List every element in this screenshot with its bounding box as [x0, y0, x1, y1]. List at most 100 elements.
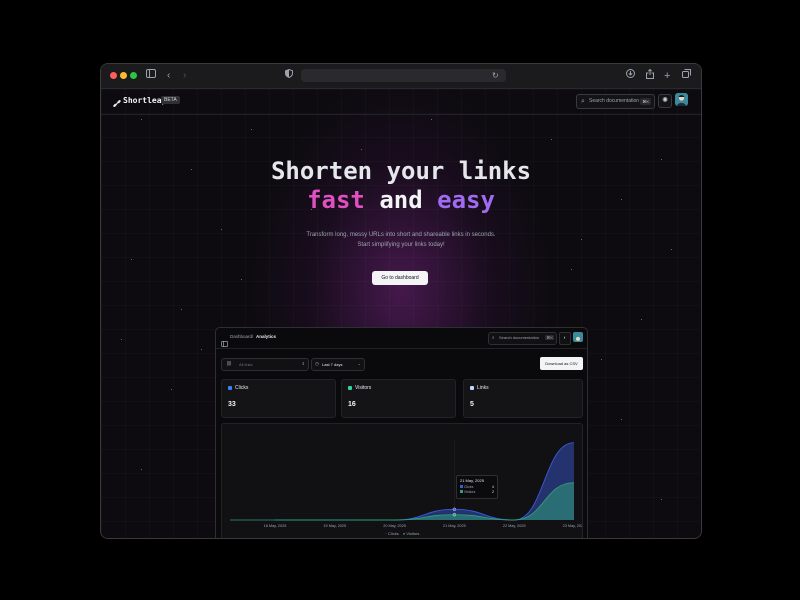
reload-icon[interactable]: ↻: [492, 69, 499, 83]
dashboard-search-shortcut: ⌘K: [545, 335, 554, 340]
legend-visitors: Visitors: [406, 531, 420, 536]
address-bar[interactable]: [301, 69, 506, 82]
stat-card-links: Links 5: [463, 379, 583, 418]
star: [121, 339, 122, 340]
hero-word-easy: easy: [437, 186, 495, 214]
sidebar-toggle-icon[interactable]: [221, 334, 228, 352]
stat-value: 5: [470, 401, 474, 408]
date-range-value: Last 7 days: [322, 362, 343, 367]
breadcrumb-separator: /: [252, 334, 254, 339]
star: [571, 269, 572, 270]
dashboard-avatar[interactable]: [573, 332, 583, 342]
hero-word-fast: fast: [307, 186, 365, 214]
website: Shortleap BETA ⌕ Search documentation ⌘K…: [101, 89, 701, 538]
link-logo-icon[interactable]: [113, 95, 121, 113]
star: [131, 259, 132, 260]
clock-icon: ◷: [315, 361, 319, 366]
analytics-chart[interactable]: 18 May, 2025 19 May, 2025 20 May, 2025 21 M…: [221, 423, 583, 538]
tooltip-row-visitors: Visitors 2: [460, 490, 494, 494]
star: [241, 279, 242, 280]
star: [551, 139, 552, 140]
stat-card-visitors: Visitors 16: [341, 379, 456, 418]
stat-label: Clicks: [235, 385, 249, 391]
search-input[interactable]: ⌕ Search documentation ⌘K: [576, 94, 655, 109]
browser-toolbar: ‹ › ↻ +: [101, 64, 701, 89]
x-tick-label: 19 May, 2025: [323, 524, 346, 528]
tooltip-row-clicks: Clicks 4: [460, 485, 494, 489]
tooltip-label: Visitors: [464, 490, 476, 494]
stat-value: 16: [348, 401, 356, 408]
search-icon: ⌕: [581, 98, 585, 105]
share-icon[interactable]: [646, 68, 654, 84]
search-icon: ⌕: [492, 335, 495, 340]
star: [141, 469, 142, 470]
close-window-button[interactable]: [110, 72, 117, 79]
forward-icon[interactable]: ›: [183, 69, 186, 83]
dashboard-search-input[interactable]: ⌕ Search documentation ⌘K: [488, 332, 557, 345]
stat-label: Links: [477, 385, 489, 391]
tooltip-label: Clicks: [464, 485, 474, 489]
download-csv-button[interactable]: Download as CSV: [540, 357, 583, 370]
line-clicks: [274, 442, 575, 521]
star: [181, 309, 182, 310]
star: [661, 499, 662, 500]
area-clicks: [275, 442, 574, 520]
settings-icon: ◐: [563, 335, 567, 341]
dashboard-header: Dashboard / Analytics ⌕ Search documenta…: [216, 328, 587, 349]
x-tick-label: 21 May, 2025: [443, 524, 466, 528]
analytics-chart-svg: 18 May, 2025 19 May, 2025 20 May, 2025 21 M…: [230, 440, 582, 528]
star: [251, 129, 252, 130]
new-tab-icon[interactable]: +: [664, 69, 670, 83]
minimize-window-button[interactable]: [120, 72, 127, 79]
breadcrumb-analytics: Analytics: [256, 334, 277, 339]
date-range-select[interactable]: ◷ Last 7 days ⌄: [311, 358, 365, 371]
dashboard-theme-button[interactable]: ◐: [559, 332, 571, 345]
links-filter-select[interactable]: ⛓ All links ⇕: [221, 358, 309, 371]
chevron-down-icon: ⌄: [357, 361, 361, 366]
breadcrumb-dashboard[interactable]: Dashboard: [230, 334, 252, 339]
maximize-window-button[interactable]: [130, 72, 137, 79]
go-to-dashboard-button[interactable]: Go to dashboard: [372, 271, 428, 285]
visitors-swatch: [460, 490, 463, 493]
clicks-swatch: [460, 485, 463, 488]
theme-toggle-button[interactable]: ✺: [658, 94, 672, 108]
legend-visitors-icon: ●: [402, 531, 406, 536]
sidebar-toggle-icon[interactable]: [146, 69, 156, 83]
star: [171, 389, 172, 390]
x-tick-label: 18 May, 2025: [264, 524, 287, 528]
site-header: Shortleap BETA ⌕ Search documentation ⌘K…: [101, 89, 701, 115]
brand-name[interactable]: Shortleap: [123, 96, 166, 105]
chart-tooltip: 21 May, 2025 Clicks 4 Visitors 2: [456, 475, 498, 499]
beta-badge: BETA: [161, 96, 180, 104]
back-icon[interactable]: ‹: [167, 69, 170, 83]
sun-icon: ✺: [662, 97, 668, 104]
chart-legend: ~ Clicks ● Visitors: [222, 531, 582, 536]
stat-label: Visitors: [355, 385, 372, 391]
point-clicks[interactable]: [452, 507, 457, 512]
point-visitors[interactable]: [452, 512, 457, 517]
links-filter-value: All links: [239, 362, 253, 367]
dashboard-search-placeholder: Search documentation: [499, 335, 540, 340]
search-placeholder: Search documentation: [589, 98, 640, 104]
visitors-color-swatch: [348, 386, 352, 390]
x-tick-label: 20 May, 2025: [383, 524, 406, 528]
download-icon[interactable]: [626, 69, 635, 83]
tab-overview-icon[interactable]: [682, 69, 691, 83]
avatar[interactable]: [675, 93, 688, 106]
tooltip-value: 4: [492, 485, 494, 489]
browser-window: ‹ › ↻ + Shortleap BETA ⌕ Search document…: [100, 63, 702, 539]
dashboard-preview: Dashboard / Analytics ⌕ Search documenta…: [215, 327, 588, 538]
star: [431, 119, 432, 120]
x-tick-label: 22 May, 2025: [503, 524, 526, 528]
legend-clicks-icon: ~: [384, 531, 387, 536]
star: [641, 319, 642, 320]
links-color-swatch: [470, 386, 474, 390]
clicks-color-swatch: [228, 386, 232, 390]
star: [621, 419, 622, 420]
tooltip-date: 21 May, 2025: [460, 478, 484, 483]
hero-title-line1: Shorten your links: [270, 157, 532, 185]
stat-value: 33: [228, 401, 236, 408]
star: [221, 229, 222, 230]
privacy-shield-icon[interactable]: [285, 68, 293, 83]
star: [671, 249, 672, 250]
